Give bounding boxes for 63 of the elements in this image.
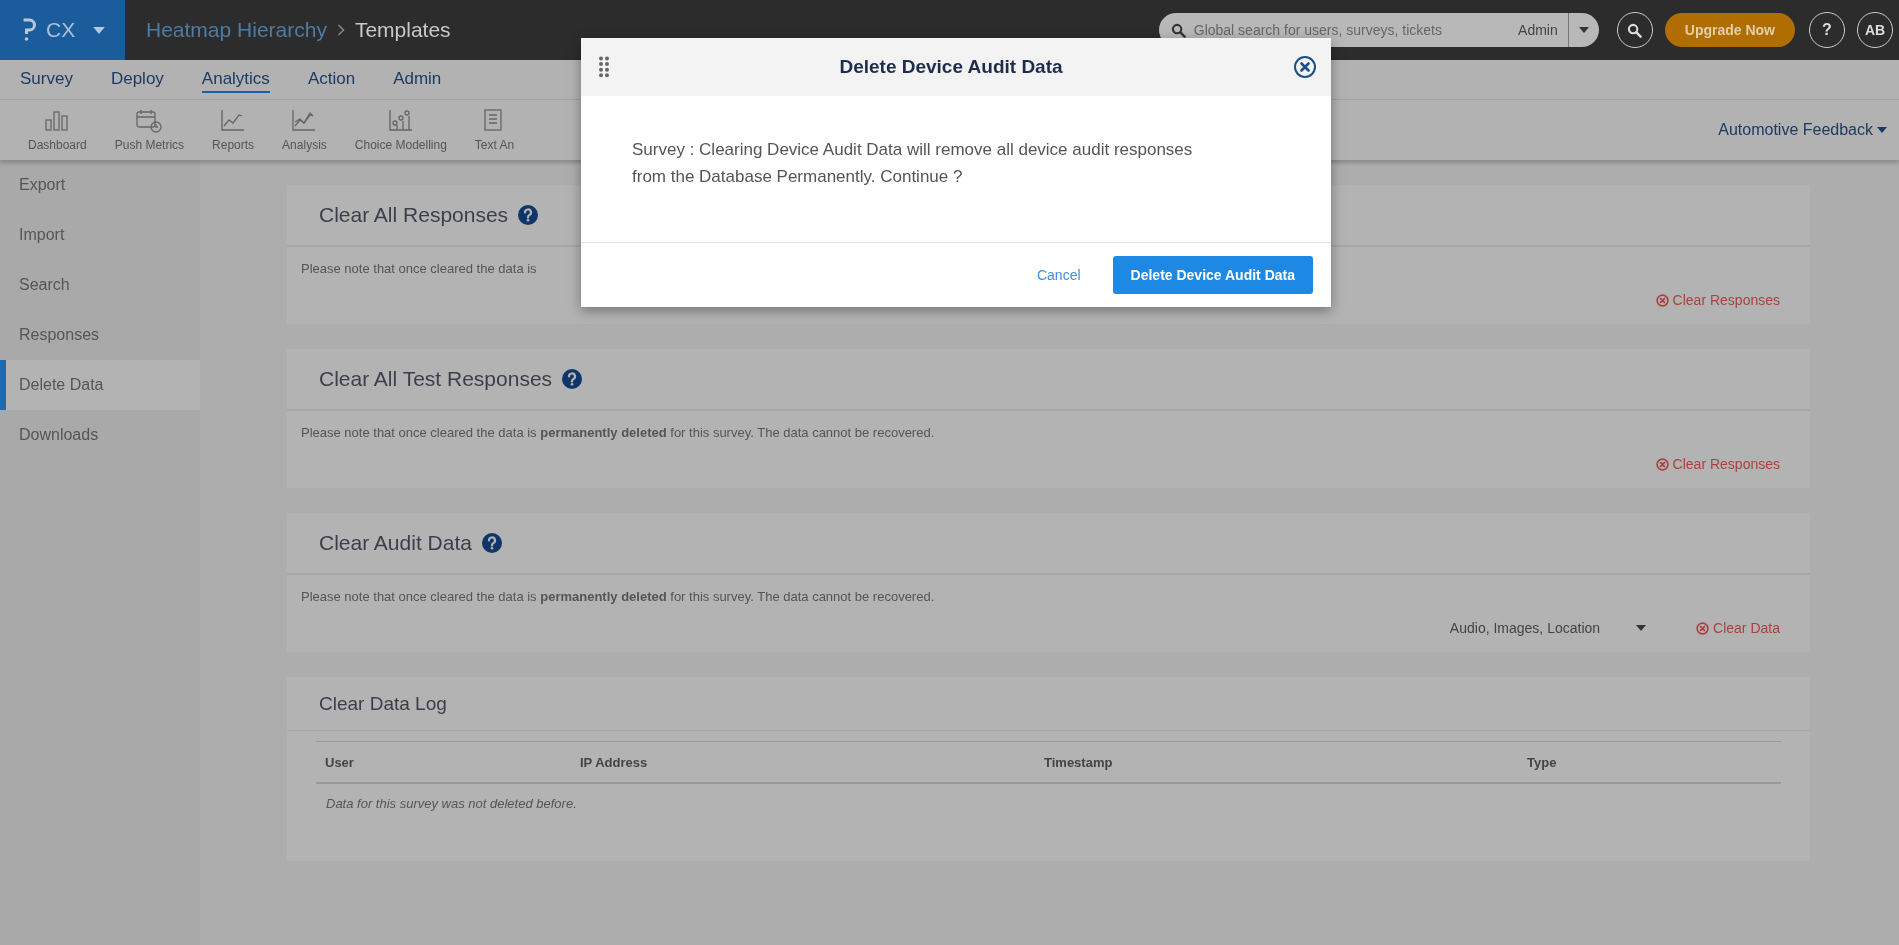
project-dropdown[interactable]: Automotive Feedback [1712, 120, 1893, 140]
clear-link[interactable]: Clear Responses [1655, 292, 1780, 308]
column-header: Type [1527, 754, 1557, 770]
nav-tab[interactable]: Deploy [110, 66, 164, 93]
toolbar-button[interactable]: Choice Modelling [340, 108, 461, 152]
empty-message: Data for this survey was not deleted before. [325, 795, 578, 813]
clear-link[interactable]: Clear Responses [1655, 456, 1780, 472]
caret-icon [1578, 27, 1589, 33]
upgrade-button[interactable]: Upgrade Now [1664, 13, 1795, 47]
scatter-chart-icon [386, 108, 415, 134]
nav-tab[interactable]: Admin [393, 66, 442, 93]
clear-icon [1655, 457, 1669, 471]
logo-icon [22, 18, 36, 42]
toolbar-button[interactable]: Text An [460, 108, 529, 152]
product-switcher[interactable]: CX [0, 0, 125, 60]
dialog-title: Delete Device Audit Data [838, 56, 1064, 78]
sidebar-item[interactable]: Search [0, 260, 200, 310]
close-button[interactable] [1293, 55, 1317, 79]
search-field[interactable]: Global search for users, surveys, tickets Admin [1158, 13, 1599, 47]
cancel-button[interactable]: Cancel [1034, 263, 1083, 287]
sidebar-item[interactable]: Export [0, 160, 200, 210]
breadcrumb-item[interactable]: Heatmap Hierarchy [146, 18, 327, 42]
section-title: Clear Data Log [319, 692, 447, 715]
clear-link[interactable]: Clear Data [1696, 620, 1780, 636]
help-icon[interactable] [562, 369, 583, 389]
section-title: Clear Audit Data [319, 531, 472, 555]
column-header: Timestamp [1044, 754, 1113, 770]
breadcrumb-item[interactable]: Templates [354, 18, 451, 42]
sidebar-item[interactable]: Responses [0, 310, 200, 360]
delete-button[interactable]: Delete Device Audit Data [1112, 256, 1313, 294]
search-icon [1170, 22, 1186, 38]
nav-tab[interactable]: Action [307, 66, 356, 93]
search-icon [1627, 22, 1643, 38]
calendar-clock-icon [135, 108, 164, 134]
clear-icon [1696, 621, 1710, 635]
search-scope[interactable]: Admin [1518, 13, 1569, 47]
column-header: User [325, 754, 354, 770]
help-icon[interactable] [518, 205, 539, 225]
warning-note: Please note that once cleared the data is permanently deleted for this survey. The data cannot be recovered. [301, 589, 935, 604]
media-type-dropdown[interactable]: Audio, Images, Location [1449, 620, 1647, 636]
toolbar-button[interactable]: Reports [198, 108, 269, 152]
caret-icon [93, 26, 106, 34]
column-header: IP Address [580, 754, 648, 770]
nav-tab[interactable]: Survey [20, 66, 73, 93]
sidebar-item[interactable]: Downloads [0, 410, 200, 460]
caret-icon [1877, 127, 1887, 133]
close-icon [1293, 55, 1317, 79]
warning-note: Please note that once cleared the data is [301, 261, 537, 276]
section-title: Clear All Responses [319, 203, 509, 227]
drag-handle-icon[interactable] [599, 56, 609, 78]
toolbar-button[interactable]: Push Metrics [100, 108, 199, 152]
help-icon[interactable] [481, 533, 502, 553]
caret-icon [1636, 625, 1647, 631]
toolbar-button[interactable]: Analysis [268, 108, 341, 152]
toolbar-button[interactable]: Dashboard [14, 108, 101, 152]
chevron-icon [336, 24, 345, 36]
nav-tab[interactable]: Analytics [201, 66, 270, 93]
warning-note: Please note that once cleared the data is permanently deleted for this survey. The data cannot be recovered. [301, 425, 935, 440]
dialog-message: Survey : Clearing Device Audit Data will remove all device audit responses from the Database Permanently. Continue ? [631, 139, 1194, 188]
section-title: Clear All Test Responses [319, 367, 553, 391]
clear-icon [1655, 293, 1669, 307]
sidebar-item[interactable]: Import [0, 210, 200, 260]
sidebar-item[interactable]: Delete Data [0, 360, 200, 410]
